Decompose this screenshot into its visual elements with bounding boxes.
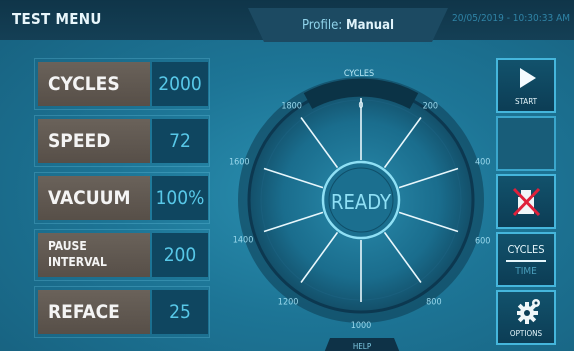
pause-interval-label: PAUSE INTERVAL [38,233,150,277]
gauge-tick-label: 400 [475,157,490,167]
vacuum-off-button[interactable] [496,174,556,229]
cycles-time-toggle[interactable]: CYCLES TIME [496,232,556,287]
gear-icon [516,298,541,324]
cycles-mode-label: CYCLES [507,243,545,256]
gauge-tick-label: 200 [423,102,438,112]
blank-button[interactable] [496,116,556,171]
test-menu-screen: TEST MENU Profile: Manual 20/05/2019 - 1… [0,0,574,351]
vacuum-label: VACUUM [38,176,150,220]
gauge-tick-label: 1600 [229,157,250,167]
pause-label-line1: PAUSE [48,239,87,253]
speed-param-row[interactable]: SPEED 72 [34,115,210,167]
pause-interval-param-row[interactable]: PAUSE INTERVAL 200 [34,229,210,281]
time-mode-label: TIME [515,266,537,277]
cycles-param-row[interactable]: CYCLES 2000 [34,58,210,110]
reface-value[interactable]: 25 [152,290,208,334]
gauge-tick-label: 1000 [351,321,372,331]
gauge-tick-label: 1800 [281,102,302,112]
options-button[interactable]: OPTIONS [496,290,556,345]
gauge-tick-label: 1400 [233,235,254,245]
reface-label: REFACE [38,290,150,334]
start-button[interactable]: START [496,58,556,113]
profile-label: Profile: [301,18,343,33]
cycles-gauge: CYCLES READY 0 200 400 600 800 1000 1200 1400 16… [229,69,491,331]
gauge-tick-label: 1200 [278,297,299,307]
cycles-value[interactable]: 2000 [152,62,208,106]
datetime-display: 20/05/2019 - 10:30:33 AM [452,13,570,24]
profile-value: Manual [345,18,395,33]
options-button-label: OPTIONS [509,329,543,338]
pause-label-line2: INTERVAL [48,255,107,269]
start-button-label: START [514,97,538,106]
page-title: TEST MENU [12,10,102,28]
gauge-status: READY [331,190,392,214]
pause-interval-value[interactable]: 200 [152,233,208,277]
gauge-title: CYCLES [344,69,374,79]
vacuum-value[interactable]: 100% [152,176,208,220]
gauge-tick-label: 0 [358,101,363,111]
profile-indicator[interactable]: Profile: Manual [248,18,448,33]
gauge-tick-label: 800 [426,297,441,307]
play-icon [520,68,536,88]
speed-label: SPEED [38,119,150,163]
reface-param-row[interactable]: REFACE 25 [34,286,210,338]
blocked-device-icon [510,187,542,217]
mode-divider [506,260,546,262]
speed-value[interactable]: 72 [152,119,208,163]
gauge-tick-label: 600 [475,237,490,247]
vacuum-param-row[interactable]: VACUUM 100% [34,172,210,224]
cycles-label: CYCLES [38,62,150,106]
help-tab[interactable]: HELP [322,338,402,351]
